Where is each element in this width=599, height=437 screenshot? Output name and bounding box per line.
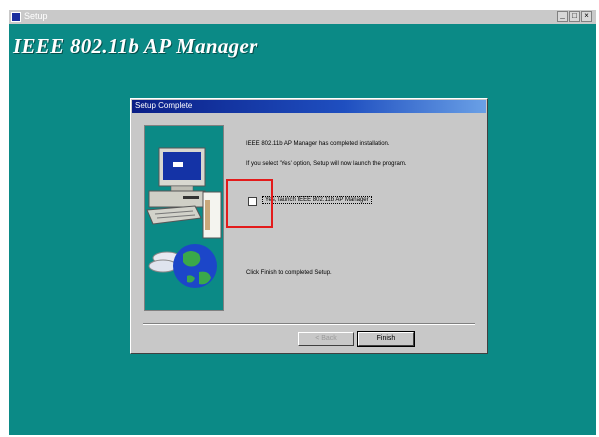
product-title: IEEE 802.11b AP Manager [13,34,258,58]
button-separator [143,323,475,325]
computer-globe-illustration [145,126,223,310]
setup-illustration [144,125,224,311]
dialog-title: Setup Complete [135,101,193,110]
launch-program-checkbox-label[interactable]: Yes, launch IEEE 802.11b AP Manager [262,196,372,204]
back-button[interactable]: < Back [298,332,354,346]
completion-message: IEEE 802.11b AP Manager has completed in… [246,141,390,147]
close-button[interactable]: × [581,11,592,22]
finish-button[interactable]: Finish [357,331,415,347]
window-controls: _ □ × [557,11,592,22]
finish-instruction: Click Finish to completed Setup. [246,270,332,276]
maximize-button[interactable]: □ [569,11,580,22]
dialog-titlebar: Setup Complete [132,100,486,113]
minimize-button[interactable]: _ [557,11,568,22]
setup-app-icon [11,12,21,22]
window-title: Setup [24,11,48,21]
checkbox-highlight-annotation [226,179,273,228]
setup-complete-dialog: Setup Complete IEEE 802.11b AP Manager h… [130,98,488,354]
window-titlebar: Setup _ □ × [9,10,596,24]
launch-info-message: If you select 'Yes' option, Setup will n… [246,161,407,167]
